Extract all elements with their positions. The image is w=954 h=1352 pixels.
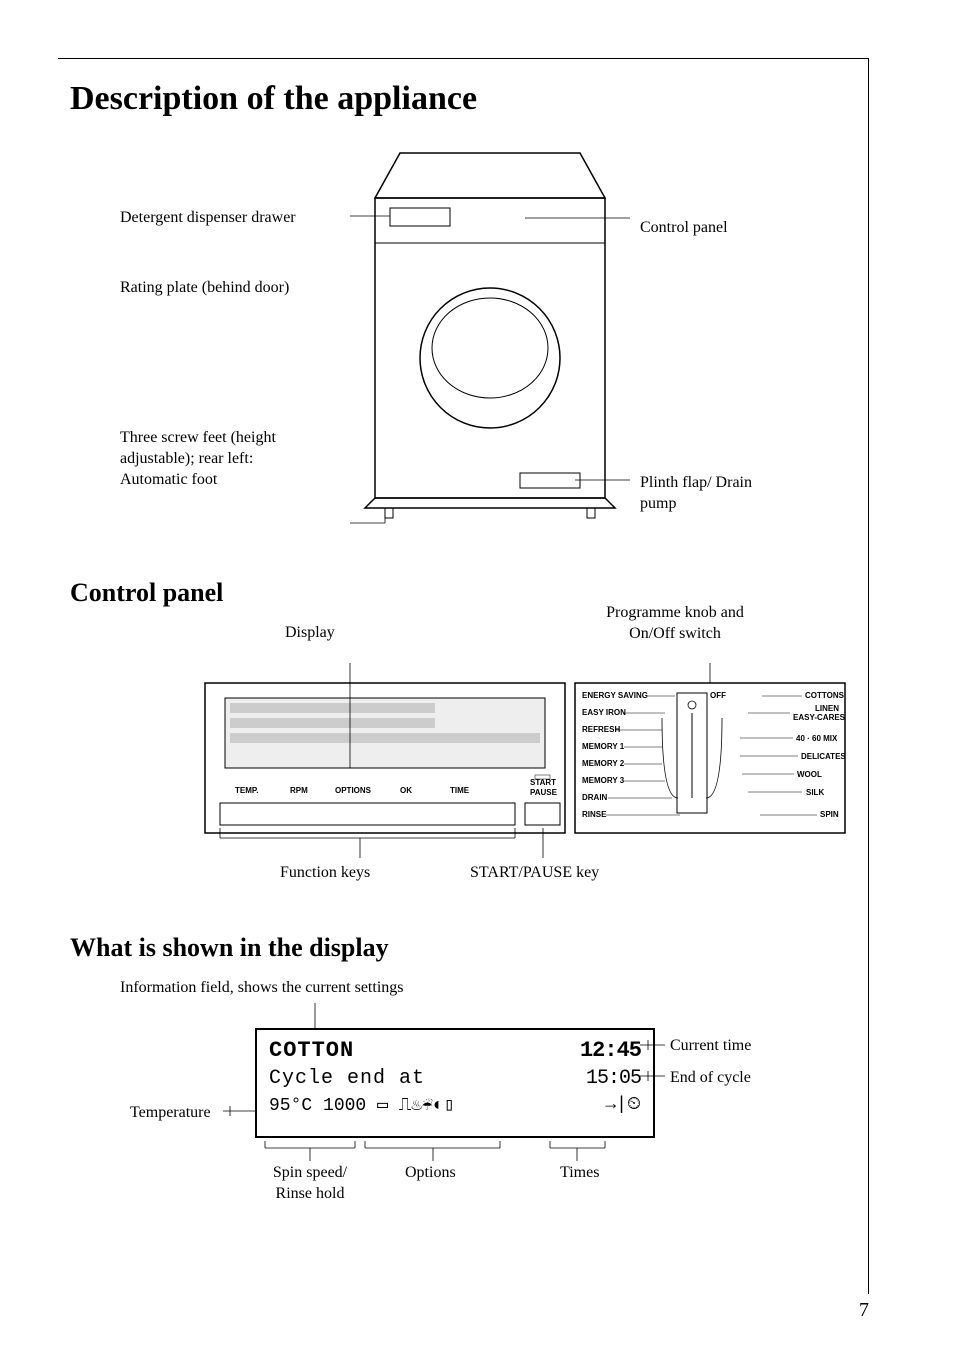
control-panel-icon: TEMP. RPM OPTIONS OK TIME START PAUSE EN… (200, 663, 850, 863)
main-heading: Description of the appliance (70, 80, 884, 118)
svg-text:RINSE: RINSE (582, 810, 607, 819)
svg-text:MEMORY 3: MEMORY 3 (582, 776, 625, 785)
svg-text:START: START (530, 778, 556, 787)
label-temperature: Temperature (130, 1103, 211, 1124)
display-subtitle: Cycle end at (269, 1067, 425, 1090)
washing-machine-icon (350, 148, 630, 528)
washing-machine-diagram: Detergent dispenser drawer Rating plate … (70, 148, 884, 548)
svg-text:MEMORY 2: MEMORY 2 (582, 759, 625, 768)
control-panel-diagram: Display Programme knob and On/Off switch… (70, 623, 884, 903)
svg-text:PAUSE: PAUSE (530, 788, 558, 797)
label-spin-speed: Spin speed/ Rinse hold (260, 1163, 360, 1205)
label-rating-plate: Rating plate (behind door) (120, 278, 300, 299)
svg-text:SPIN: SPIN (820, 810, 839, 819)
svg-text:COTTONS: COTTONS (805, 691, 845, 700)
label-detergent-drawer: Detergent dispenser drawer (120, 208, 300, 229)
display-temp: 95°C (269, 1096, 312, 1116)
page-number: 7 (859, 1299, 869, 1322)
display-current-time: 12:45 (580, 1038, 641, 1063)
display-diagram: Information field, shows the current set… (70, 978, 884, 1258)
svg-text:DRAIN: DRAIN (582, 793, 608, 802)
label-feet: Three screw feet (height adjustable); re… (120, 428, 300, 490)
display-heading: What is shown in the display (70, 933, 884, 963)
svg-text:TIME: TIME (450, 786, 470, 795)
svg-text:DELICATES: DELICATES (801, 752, 846, 761)
label-plinth: Plinth flap/ Drain pump (640, 473, 790, 515)
control-panel-heading: Control panel (70, 578, 884, 608)
svg-text:MEMORY 1: MEMORY 1 (582, 742, 625, 751)
svg-text:ENERGY SAVING: ENERGY SAVING (582, 691, 648, 700)
display-end-time: 15:05 (586, 1067, 641, 1090)
svg-text:EASY IRON: EASY IRON (582, 708, 626, 717)
display-option-icons: ▭ ⎍♨☔◐▯ (377, 1096, 455, 1116)
svg-text:REFRESH: REFRESH (582, 725, 620, 734)
display-spin: 1000 (323, 1096, 366, 1116)
label-function-keys: Function keys (280, 863, 370, 884)
svg-text:LINEN: LINEN (815, 704, 839, 713)
svg-text:EASY-CARES: EASY-CARES (793, 713, 846, 722)
svg-text:TEMP.: TEMP. (235, 786, 258, 795)
display-time-icons: →|⏲ (605, 1094, 641, 1116)
svg-text:OK: OK (400, 786, 412, 795)
label-end-of-cycle: End of cycle (670, 1068, 751, 1089)
display-screen: COTTON 12:45 Cycle end at 15:05 95°C 100… (255, 1028, 655, 1138)
label-programme-knob: Programme knob and On/Off switch (590, 603, 760, 645)
label-info-field: Information field, shows the current set… (120, 978, 404, 999)
label-current-time: Current time (670, 1036, 751, 1057)
svg-text:RPM: RPM (290, 786, 308, 795)
label-start-pause-key: START/PAUSE key (470, 863, 599, 884)
label-control-panel: Control panel (640, 218, 790, 239)
display-program: COTTON (269, 1038, 354, 1063)
label-times: Times (560, 1163, 599, 1184)
label-options: Options (405, 1163, 456, 1184)
svg-text:SILK: SILK (806, 788, 824, 797)
svg-text:40 · 60 MIX: 40 · 60 MIX (796, 734, 838, 743)
svg-text:OFF: OFF (710, 691, 726, 700)
label-display: Display (285, 623, 335, 644)
svg-text:OPTIONS: OPTIONS (335, 786, 372, 795)
svg-text:WOOL: WOOL (797, 770, 822, 779)
